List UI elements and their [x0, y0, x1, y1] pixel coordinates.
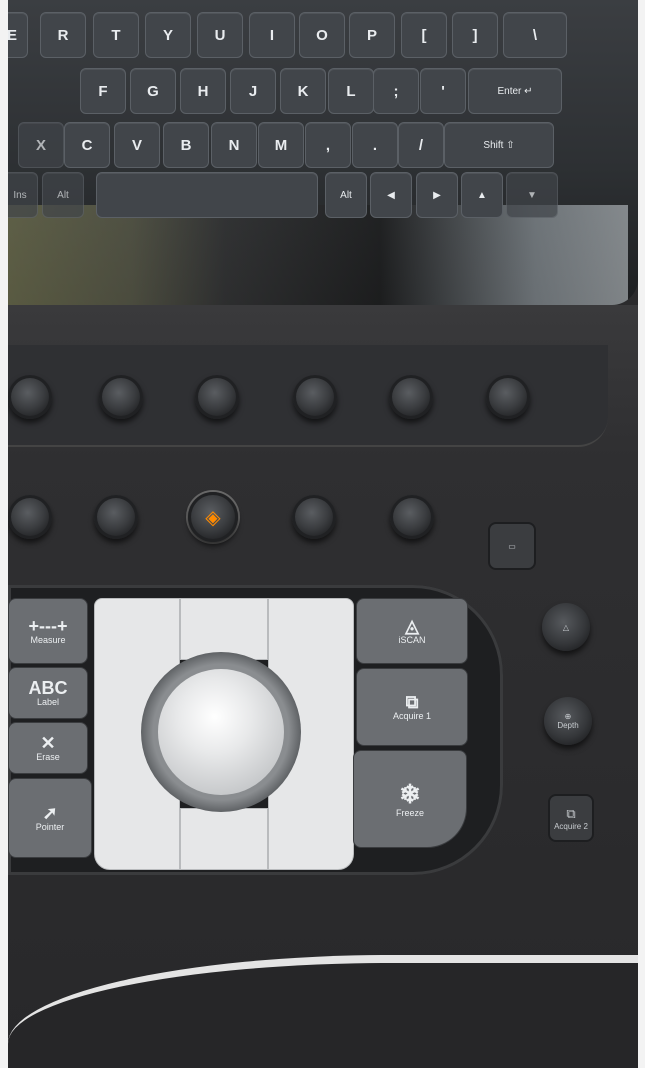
key-x[interactable]: X [18, 122, 64, 168]
key-b[interactable]: B [163, 122, 209, 168]
key-backslash[interactable]: \ [503, 12, 567, 58]
key-m[interactable]: M [258, 122, 304, 168]
key-alt-left[interactable]: Alt [42, 172, 84, 218]
mode-knob-2[interactable] [94, 495, 138, 539]
key-n[interactable]: N [211, 122, 257, 168]
key-slash[interactable]: / [398, 122, 444, 168]
key-semicolon[interactable]: ; [373, 68, 419, 114]
acquire2-button[interactable]: ⧉ Acquire 2 [548, 794, 594, 842]
screen-reflection [8, 205, 628, 305]
key-arrow-down[interactable]: ▼ [506, 172, 558, 218]
key-u[interactable]: U [197, 12, 243, 58]
key-j[interactable]: J [230, 68, 276, 114]
ultrasound-console: E R T Y U I O P [ ] \ F G H J K L ; ' En… [8, 0, 638, 1068]
rotary-knob-3[interactable] [195, 375, 239, 419]
freeze-button[interactable]: ❄ Freeze [353, 750, 467, 848]
key-o[interactable]: O [299, 12, 345, 58]
key-space[interactable] [96, 172, 318, 218]
key-shift[interactable]: Shift ⇧ [444, 122, 554, 168]
label-label: Label [36, 697, 60, 707]
pointer-label: Pointer [35, 822, 65, 832]
label-button[interactable]: ABC Label [8, 667, 88, 719]
rotary-knob-2[interactable] [99, 375, 143, 419]
iscan-icon: ◬ [405, 616, 419, 636]
depth-icon: ⊕ [564, 712, 572, 721]
caliper-icon: +---+ [28, 616, 68, 636]
label-icon: ABC [28, 678, 68, 698]
mode-knob-5[interactable] [390, 495, 434, 539]
key-arrow-up[interactable]: ▲ [461, 172, 503, 218]
measure-button[interactable]: +---+ Measure [8, 598, 88, 664]
iscan-label: iSCAN [398, 635, 426, 645]
freeze-label: Freeze [395, 808, 424, 818]
measure-label: Measure [30, 635, 66, 645]
trackball-panel-top[interactable] [180, 598, 268, 660]
key-arrow-right[interactable]: ▶ [416, 172, 458, 218]
key-h[interactable]: H [180, 68, 226, 114]
adjust-icon: △ [562, 622, 570, 632]
key-quote[interactable]: ' [420, 68, 466, 114]
mode-knob-4[interactable] [292, 495, 336, 539]
key-y[interactable]: Y [145, 12, 191, 58]
key-alt-right[interactable]: Alt [325, 172, 367, 218]
rotary-knob-5[interactable] [389, 375, 433, 419]
copy-icon: ⧉ [566, 805, 576, 821]
key-bracket-left[interactable]: [ [401, 12, 447, 58]
acquire2-label: Acquire 2 [554, 821, 588, 831]
key-enter[interactable]: Enter ↵ [468, 68, 562, 114]
erase-label: Erase [36, 752, 60, 762]
trackball-panel-bottom[interactable] [180, 808, 268, 870]
key-ins[interactable]: Ins [8, 172, 38, 218]
cursor-icon: ➚ [42, 803, 58, 823]
key-v[interactable]: V [114, 122, 160, 168]
right-round-button[interactable]: △ [542, 603, 590, 651]
window-icon: ▭ [508, 541, 516, 551]
key-p[interactable]: P [349, 12, 395, 58]
key-k[interactable]: K [280, 68, 326, 114]
key-comma[interactable]: , [305, 122, 351, 168]
touchscreen-keyboard: E R T Y U I O P [ ] \ F G H J K L ; ' En… [8, 0, 638, 305]
copy-icon: ⧉ [405, 692, 419, 712]
key-c[interactable]: C [64, 122, 110, 168]
key-g[interactable]: G [130, 68, 176, 114]
rotary-knob-1[interactable] [8, 375, 52, 419]
key-r[interactable]: R [40, 12, 86, 58]
close-icon: ✕ [40, 733, 56, 753]
eye-icon: ◈ [205, 506, 221, 529]
key-f[interactable]: F [80, 68, 126, 114]
key-bracket-right[interactable]: ] [452, 12, 498, 58]
mode-knob-1[interactable] [8, 495, 52, 539]
rotary-knob-6[interactable] [486, 375, 530, 419]
depth-label: Depth [557, 721, 579, 730]
snowflake-icon: ❄ [399, 779, 421, 809]
key-t[interactable]: T [93, 12, 139, 58]
key-i[interactable]: I [249, 12, 295, 58]
pointer-button[interactable]: ➚ Pointer [8, 778, 92, 858]
erase-button[interactable]: ✕ Erase [8, 722, 88, 774]
key-l[interactable]: L [328, 68, 374, 114]
rotary-knob-4[interactable] [293, 375, 337, 419]
mode-knob-active[interactable]: ◈ [188, 492, 238, 542]
key-e[interactable]: E [8, 12, 28, 58]
trackball[interactable] [158, 669, 284, 795]
acquire1-button[interactable]: ⧉ Acquire 1 [356, 668, 468, 746]
key-arrow-left[interactable]: ◀ [370, 172, 412, 218]
screen-square-button[interactable]: ▭ [488, 522, 536, 570]
acquire1-label: Acquire 1 [392, 711, 432, 721]
depth-button[interactable]: ⊕ Depth [544, 697, 592, 745]
iscan-button[interactable]: ◬ iSCAN [356, 598, 468, 664]
key-period[interactable]: . [352, 122, 398, 168]
